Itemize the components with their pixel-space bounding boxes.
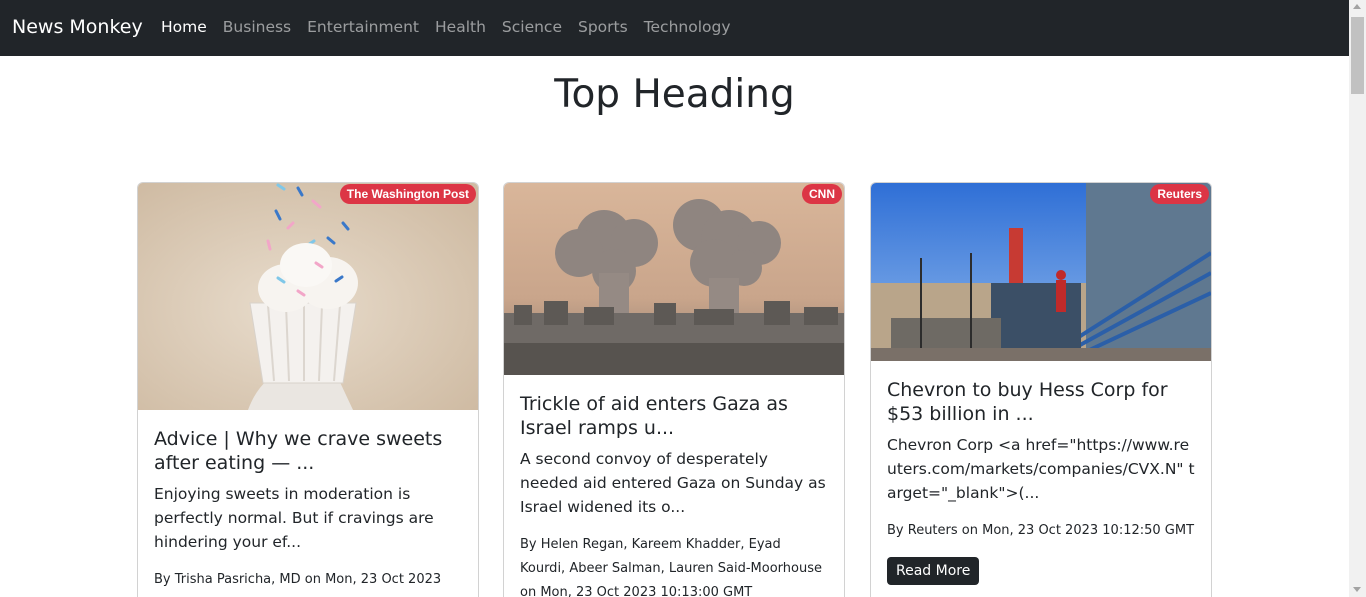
card-meta: By Helen Regan, Kareem Khadder, Eyad Kou…	[520, 537, 822, 597]
brand-link[interactable]: News Monkey	[12, 16, 143, 38]
nav-link-technology[interactable]: Technology	[644, 18, 731, 36]
news-card: Reuters Chevron to buy Hess Corp for $53…	[870, 182, 1212, 597]
news-card: The Washington Post Advice | Why we crav…	[137, 182, 479, 597]
card-body: Trickle of aid enters Gaza as Israel ram…	[520, 392, 830, 597]
nav-links: Home Business Entertainment Health Scien…	[161, 18, 747, 36]
card-body: Advice | Why we crave sweets after eatin…	[154, 427, 464, 592]
news-card: CNN Trickle of aid enters Gaza as Israel…	[503, 182, 845, 597]
nav-link-entertainment[interactable]: Entertainment	[307, 18, 419, 36]
nav-link-science[interactable]: Science	[502, 18, 562, 36]
smoke-over-city-photo: CNN	[504, 183, 844, 375]
nav-link-sports[interactable]: Sports	[578, 18, 628, 36]
nav-link-business[interactable]: Business	[223, 18, 291, 36]
scroll-thumb[interactable]	[1351, 17, 1364, 94]
page-scrollbar[interactable]	[1349, 0, 1366, 597]
navbar: News Monkey Home Business Entertainment …	[0, 0, 1349, 56]
scroll-up-arrow-icon[interactable]	[1353, 4, 1361, 9]
source-badge: CNN	[802, 184, 842, 204]
oil-rig-worker-photo: Reuters	[871, 183, 1211, 361]
card-description: Chevron Corp <a href="https://www.reuter…	[887, 436, 1195, 502]
card-meta: By Trisha Pasricha, MD on Mon, 23 Oct 20…	[154, 572, 442, 587]
read-more-button[interactable]: Read More	[887, 557, 980, 585]
card-description: A second convoy of desperately needed ai…	[520, 450, 826, 516]
card-title: Advice | Why we crave sweets after eatin…	[154, 428, 443, 474]
card-title: Chevron to buy Hess Corp for $53 billion…	[887, 379, 1168, 425]
nav-link-home[interactable]: Home	[161, 18, 207, 36]
card-description: Enjoying sweets in moderation is perfect…	[154, 485, 434, 551]
card-meta: By Reuters on Mon, 23 Oct 2023 10:12:50 …	[887, 523, 1195, 538]
page-title: Top Heading	[554, 72, 795, 117]
source-badge: The Washington Post	[339, 184, 476, 204]
card-body: Chevron to buy Hess Corp for $53 billion…	[887, 378, 1197, 585]
card-title: Trickle of aid enters Gaza as Israel ram…	[520, 393, 788, 439]
nav-link-health[interactable]: Health	[435, 18, 486, 36]
source-badge: Reuters	[1150, 184, 1209, 204]
scroll-down-arrow-icon[interactable]	[1353, 587, 1361, 592]
ice-cream-cup-illustration: The Washington Post	[138, 183, 478, 410]
